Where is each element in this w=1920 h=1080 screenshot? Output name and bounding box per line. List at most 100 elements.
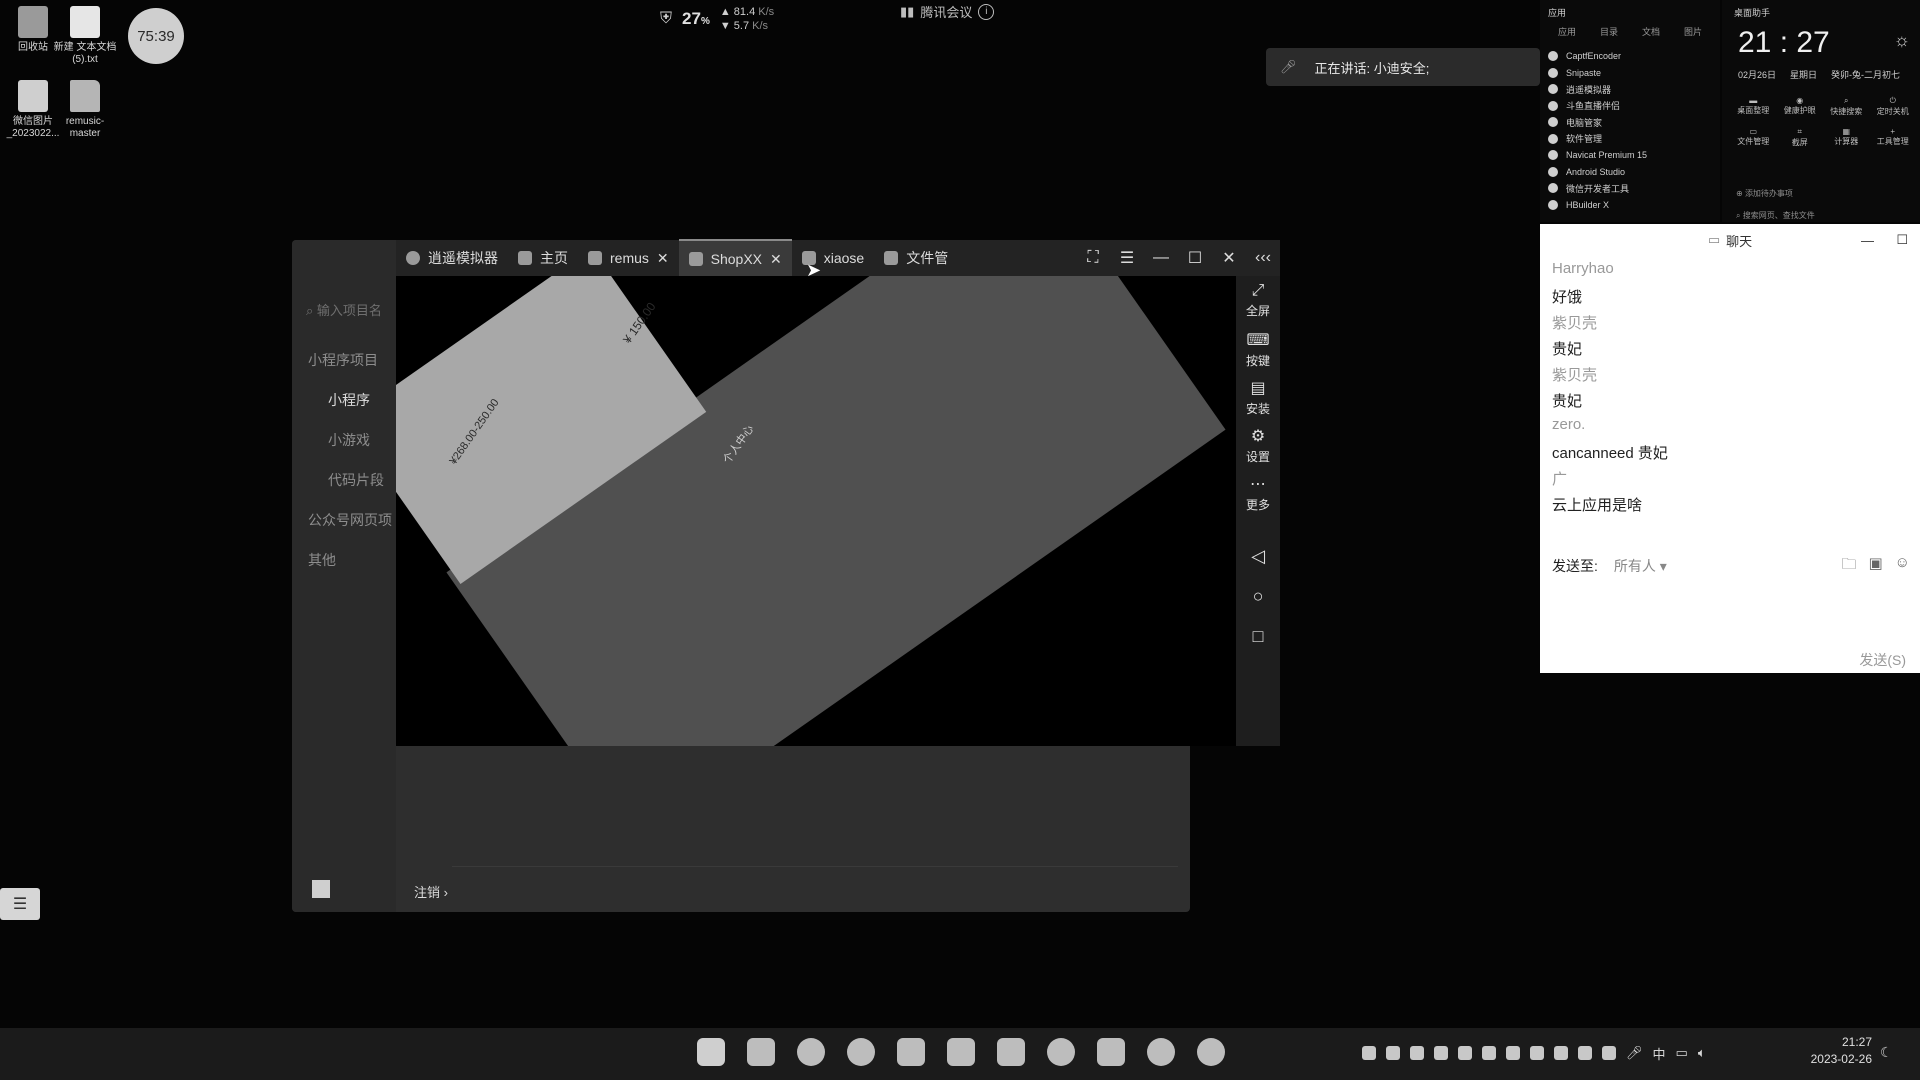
avatar[interactable]	[312, 880, 330, 898]
tool-icon[interactable]	[997, 1038, 1025, 1066]
tab-file-manager[interactable]: 文件管	[874, 240, 958, 276]
tray-app-icon[interactable]	[1362, 1046, 1376, 1060]
tray-app-icon[interactable]	[1578, 1046, 1592, 1060]
folder-icon[interactable]: 🗀︎	[1841, 554, 1856, 579]
ime-indicator[interactable]: 中	[1653, 1044, 1666, 1063]
message-text: 好饿	[1552, 289, 1583, 306]
tab-xiaose[interactable]: xiaose	[792, 240, 874, 276]
todo-add[interactable]: ⊕ 添加待办事项	[1736, 188, 1793, 199]
edge-icon[interactable]	[797, 1038, 825, 1066]
tool-desktop-organize[interactable]: ▬ 桌面整理	[1730, 96, 1777, 117]
app-item[interactable]: 微信开发者工具	[1540, 180, 1720, 197]
minimize-icon[interactable]: —	[1144, 240, 1178, 276]
app-icon[interactable]	[1147, 1038, 1175, 1066]
sidebar-item-other[interactable]: 其他	[308, 550, 336, 570]
tab-shopxx[interactable]: ShopXX ✕	[678, 239, 792, 277]
close-icon[interactable]: ✕	[770, 251, 782, 268]
tool-quick-search[interactable]: ⌕ 快捷搜索	[1823, 96, 1870, 117]
tray-app-icon[interactable]	[1482, 1046, 1496, 1060]
assistant-search[interactable]: ⌕ 搜索网页、查找文件	[1736, 210, 1815, 221]
info-icon[interactable]: i	[978, 3, 995, 20]
settings-button[interactable]: ⚙ 设置	[1236, 426, 1280, 465]
tray-app-icon[interactable]	[1434, 1046, 1448, 1060]
send-to-select[interactable]: 所有人 ▾	[1614, 556, 1667, 576]
tab-directory[interactable]: 目录	[1600, 25, 1618, 38]
menu-icon[interactable]: ☰	[1110, 240, 1144, 276]
app-item[interactable]: CaptfEncoder	[1540, 48, 1720, 65]
network-icon[interactable]: ▭	[1676, 1045, 1688, 1061]
tool-file-manager[interactable]: ▭ 文件管理	[1730, 127, 1777, 148]
app-item[interactable]: 逍遥模拟器	[1540, 81, 1720, 98]
notification-icon[interactable]: ☾	[1880, 1044, 1893, 1061]
microphone-icon[interactable]: 🎤︎	[1626, 1045, 1643, 1061]
close-window-icon[interactable]: ✕	[1212, 240, 1246, 276]
maximize-icon[interactable]: ☐	[1178, 240, 1212, 276]
file-explorer-icon[interactable]	[747, 1038, 775, 1066]
app-item[interactable]: 软件管理	[1540, 131, 1720, 148]
more-button[interactable]: ⋯ 更多	[1236, 474, 1280, 513]
app-icon[interactable]	[1097, 1038, 1125, 1066]
wechat-icon[interactable]	[1197, 1038, 1225, 1066]
screen-capture-icon[interactable]: ⛶	[1076, 240, 1110, 276]
tray-app-icon[interactable]	[1506, 1046, 1520, 1060]
tool-manager[interactable]: + 工具管理	[1870, 127, 1917, 148]
tab-home[interactable]: 主页	[508, 240, 578, 276]
tray-app-icon[interactable]	[1554, 1046, 1568, 1060]
sidebar-item-code-snippet[interactable]: 代码片段	[328, 470, 384, 490]
keymap-button[interactable]: ⌨ 按键	[1236, 330, 1280, 369]
app-item[interactable]: HBuilder X	[1540, 197, 1720, 214]
taskbar-clock[interactable]: 21:27 2023-02-26	[1786, 1034, 1872, 1068]
app-item[interactable]: Android Studio	[1540, 164, 1720, 181]
app-item[interactable]: Navicat Premium 15	[1540, 147, 1720, 164]
android-screen[interactable]: ¥ 150.00 ¥268.00-250.00 个人中心	[396, 276, 1236, 746]
tool-calculator[interactable]: ▦ 计算器	[1823, 127, 1870, 148]
volume-icon[interactable]: 🔈︎	[1698, 1045, 1706, 1061]
tool-screenshot[interactable]: ⌗ 截屏	[1777, 127, 1824, 148]
tray-app-icon[interactable]	[1458, 1046, 1472, 1060]
desktop-icon-text-file[interactable]: 新建 文本文档 (5).txt	[52, 6, 118, 66]
tool-shutdown-timer[interactable]: ⏻ 定时关机	[1870, 96, 1917, 117]
app-item[interactable]: 电脑管家	[1540, 114, 1720, 131]
logout-button[interactable]: 注销 ›	[414, 882, 448, 901]
back-button[interactable]: ◁	[1236, 546, 1280, 567]
minimize-icon[interactable]: —	[1861, 233, 1874, 248]
contact-icon[interactable]: ☺	[1895, 554, 1910, 579]
store-icon[interactable]	[897, 1038, 925, 1066]
fullscreen-button[interactable]: ⤢ 全屏	[1236, 282, 1280, 319]
memu-icon[interactable]	[1047, 1038, 1075, 1066]
start-icon[interactable]	[697, 1038, 725, 1066]
meeting-indicator[interactable]: ▮▮ 腾讯会议 i	[900, 2, 995, 21]
desktop-icon-folder[interactable]: remusic-master	[52, 80, 118, 140]
close-icon[interactable]: ✕	[657, 250, 669, 267]
tray-app-icon[interactable]	[1530, 1046, 1544, 1060]
tab-apps[interactable]: 应用	[1558, 25, 1576, 38]
install-apk-button[interactable]: ▤ 安装	[1236, 378, 1280, 417]
tool-eye-care[interactable]: ◉ 健康护眼	[1777, 96, 1824, 117]
sidebar-item-minigame[interactable]: 小游戏	[328, 430, 370, 450]
home-button[interactable]: ○	[1236, 586, 1280, 607]
tab-memu[interactable]: 逍遥模拟器	[396, 240, 508, 276]
tab-images[interactable]: 图片	[1684, 25, 1702, 38]
tab-documents[interactable]: 文档	[1642, 25, 1660, 38]
maximize-icon[interactable]: ☐	[1896, 232, 1908, 248]
sidebar-item-miniprogram[interactable]: 小程序	[328, 390, 370, 410]
chat-input[interactable]	[1552, 580, 1902, 640]
timer-widget[interactable]: 75:39	[128, 8, 184, 64]
sidebar-item-official-account[interactable]: 公众号网页项	[308, 510, 392, 530]
chrome-icon[interactable]	[847, 1038, 875, 1066]
tray-app-icon[interactable]	[1386, 1046, 1400, 1060]
app-item[interactable]: Snipaste	[1540, 65, 1720, 82]
photos-icon[interactable]	[947, 1038, 975, 1066]
app-item[interactable]: 斗鱼直播伴侣	[1540, 98, 1720, 115]
project-search[interactable]: ⌕ 输入项目名	[306, 300, 382, 319]
screenshot-icon[interactable]: ▣	[1868, 554, 1882, 579]
tray-app-icon[interactable]	[1602, 1046, 1616, 1060]
send-button[interactable]: 发送(S)	[1859, 650, 1906, 670]
tray-shield-icon[interactable]	[1410, 1046, 1424, 1060]
tab-remus[interactable]: remus ✕	[578, 240, 679, 276]
recents-button[interactable]: □	[1236, 626, 1280, 647]
sidebar-item-miniprogram-projects[interactable]: 小程序项目	[308, 350, 378, 370]
collapse-toolbar-icon[interactable]: ‹‹‹	[1246, 240, 1280, 276]
side-panel-icon[interactable]: ☰	[0, 888, 40, 920]
network-widget[interactable]: ⛨ 27% ▲ 81.4 K/s ▼ 5.7 K/s	[660, 4, 774, 34]
